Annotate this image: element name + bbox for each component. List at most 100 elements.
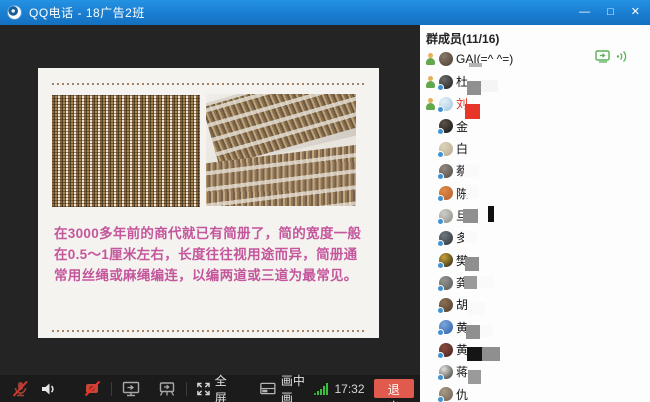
redaction-box	[467, 81, 481, 95]
member-row[interactable]: 刘	[420, 93, 650, 115]
member-row[interactable]: 樊	[420, 249, 650, 271]
mobile-badge-icon	[438, 286, 443, 291]
member-avatar	[439, 365, 453, 379]
member-avatar	[439, 97, 453, 111]
redaction-box	[463, 209, 478, 223]
mobile-badge-icon	[438, 129, 443, 134]
presentation-slide: 在3000多年前的商代就已有简册了，简的宽度一般在0.5～1厘米左右，长度往往视…	[38, 68, 379, 338]
member-avatar	[439, 298, 453, 312]
member-row[interactable]: 胡	[420, 294, 650, 316]
mobile-badge-icon	[438, 174, 443, 179]
voice-active-icon	[424, 52, 437, 66]
member-avatar	[439, 209, 453, 223]
bamboo-book-photo	[206, 94, 356, 206]
minimize-button[interactable]: —	[579, 7, 590, 18]
member-row[interactable]: 白	[420, 137, 650, 159]
member-row[interactable]: 黄	[420, 316, 650, 338]
redaction-box	[488, 206, 494, 222]
member-name: 仇	[456, 386, 468, 402]
mobile-badge-icon	[438, 196, 443, 201]
member-row[interactable]: 杜	[420, 70, 650, 92]
redaction-box	[467, 347, 482, 361]
fullscreen-label: 全屏	[215, 372, 237, 402]
mobile-badge-icon	[438, 85, 443, 90]
redaction-box	[481, 80, 498, 92]
member-avatar	[439, 253, 453, 267]
pip-button[interactable]: 画中画	[259, 372, 314, 402]
screen-sharing-icon	[595, 50, 611, 68]
member-avatar	[439, 231, 453, 245]
member-name: 蒋	[456, 363, 468, 380]
mobile-badge-icon	[438, 353, 443, 358]
member-row[interactable]: 金	[420, 115, 650, 137]
redaction-box	[477, 276, 494, 288]
member-avatar	[439, 142, 453, 156]
fullscreen-button[interactable]: 全屏	[196, 372, 237, 402]
member-row[interactable]: 蒋	[420, 361, 650, 383]
member-row[interactable]: 仇	[420, 383, 650, 402]
slide-divider-bottom	[52, 330, 367, 332]
window-title: QQ电话 - 18广告2班	[29, 4, 145, 21]
member-avatar	[439, 75, 453, 89]
redaction-box	[464, 276, 477, 289]
screen-share-icon[interactable]	[121, 379, 141, 399]
member-avatar	[439, 320, 453, 334]
redaction-box	[466, 185, 479, 198]
speaker-icon[interactable]	[39, 380, 57, 398]
mobile-badge-icon	[438, 219, 443, 224]
redaction-box	[480, 325, 493, 337]
member-row[interactable]: 多	[420, 227, 650, 249]
voice-active-icon	[424, 75, 437, 89]
redaction-box	[465, 257, 479, 271]
redaction-box	[468, 370, 481, 384]
member-panel-header: 群成员(11/16)	[426, 30, 499, 47]
mic-muted-icon[interactable]	[10, 379, 30, 399]
mobile-badge-icon	[438, 263, 443, 268]
window-controls: — □ ✕	[579, 0, 640, 25]
qq-video-call-icon	[8, 6, 21, 19]
toolbar-divider	[111, 382, 112, 396]
member-avatar	[439, 164, 453, 178]
close-button[interactable]: ✕	[631, 7, 640, 18]
camera-off-icon[interactable]	[83, 379, 102, 398]
member-avatar	[439, 52, 453, 66]
member-row[interactable]: 黄	[420, 338, 650, 360]
redaction-box	[464, 231, 477, 243]
member-name: 金	[456, 118, 468, 135]
shared-screen-area: 在3000多年前的商代就已有简册了，简的宽度一般在0.5～1厘米左右，长度往往视…	[0, 25, 420, 402]
mobile-badge-icon	[438, 397, 443, 402]
mobile-badge-icon	[438, 241, 443, 246]
member-avatar	[439, 387, 453, 401]
redaction-box	[469, 63, 482, 67]
member-row[interactable]: 旦	[420, 204, 650, 226]
member-row[interactable]: 陈	[420, 182, 650, 204]
member-avatar	[439, 276, 453, 290]
maximize-button[interactable]: □	[607, 7, 614, 18]
exit-button[interactable]: 退出	[374, 379, 415, 398]
signal-strength-icon	[314, 382, 329, 395]
mobile-badge-icon	[438, 308, 443, 313]
mobile-badge-icon	[438, 107, 443, 112]
toolbar-divider	[186, 382, 187, 396]
member-panel: 群成员(11/16) GAI(=^ ^=)杜刘金白蔡陈旦多樊龚胡黄黄蒋仇	[420, 25, 650, 402]
member-row[interactable]: 龚	[420, 271, 650, 293]
slide-text: 在3000多年前的商代就已有简册了，简的宽度一般在0.5～1厘米左右，长度往往视…	[54, 223, 366, 286]
member-name: 白	[456, 140, 468, 157]
bamboo-slips-photo	[52, 95, 200, 207]
member-list: GAI(=^ ^=)杜刘金白蔡陈旦多樊龚胡黄黄蒋仇	[420, 48, 650, 402]
redaction-box	[466, 325, 480, 339]
whiteboard-share-icon[interactable]	[157, 379, 177, 399]
audio-on-icon	[616, 50, 628, 68]
member-row[interactable]: 蔡	[420, 160, 650, 182]
member-name: GAI(=^ ^=)	[456, 52, 513, 66]
redaction-box	[464, 164, 479, 177]
redaction-box	[465, 104, 480, 119]
redaction-box	[467, 302, 485, 315]
mobile-badge-icon	[438, 330, 443, 335]
sharing-indicators	[595, 50, 628, 68]
mobile-badge-icon	[438, 375, 443, 380]
member-avatar	[439, 343, 453, 357]
call-toolbar: 全屏 画中画 17:32 退出	[0, 375, 420, 402]
member-avatar	[439, 119, 453, 133]
member-row[interactable]: GAI(=^ ^=)	[420, 48, 650, 70]
